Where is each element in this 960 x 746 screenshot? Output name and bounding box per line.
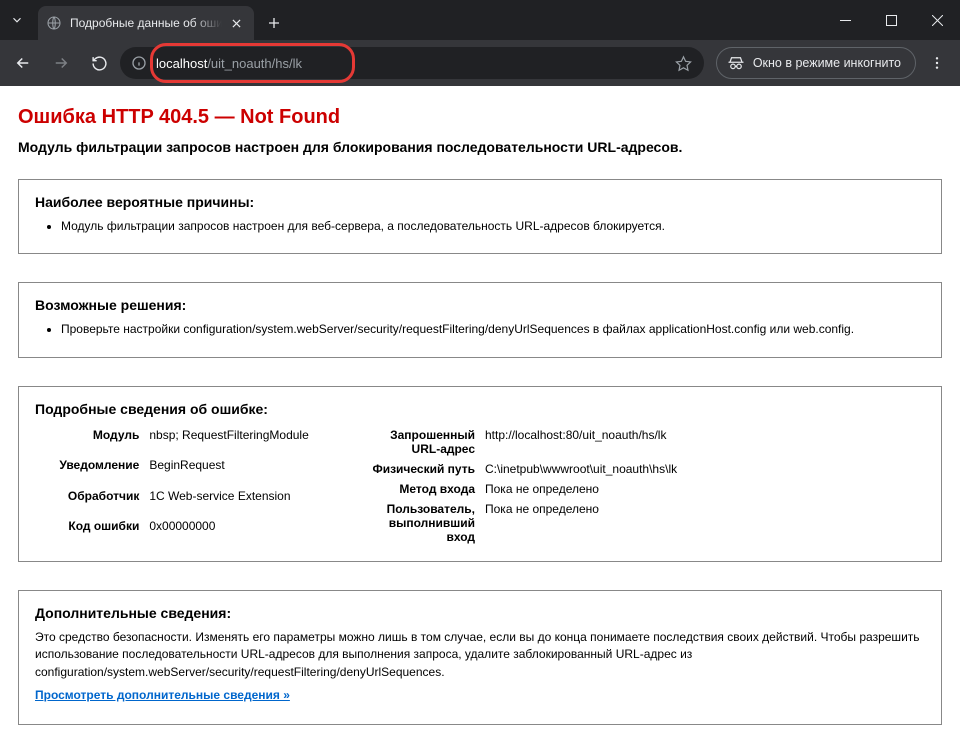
url-host: localhost xyxy=(156,56,207,71)
tab-close-icon[interactable] xyxy=(228,15,244,31)
globe-icon xyxy=(46,15,62,31)
titlebar: Подробные данные об ошибк xyxy=(0,0,960,40)
section-details: Подробные сведения об ошибке: Модульnbsp… xyxy=(18,386,942,562)
more-info-text: Это средство безопасности. Изменять его … xyxy=(35,629,925,681)
detail-label: Обработчик xyxy=(35,486,145,517)
detail-value: http://localhost:80/uit_noauth/hs/lk xyxy=(481,425,925,459)
detail-label: Запрошенный URL-адрес xyxy=(363,425,481,459)
detail-label: Модуль xyxy=(35,425,145,456)
detail-value: Пока не определено xyxy=(481,479,925,499)
reload-button[interactable] xyxy=(82,46,116,80)
tab-search-chevron[interactable] xyxy=(0,0,34,40)
error-title: Ошибка HTTP 404.5 — Not Found xyxy=(18,106,942,129)
incognito-label: Окно в режиме инкогнито xyxy=(753,56,901,70)
detail-value: 1C Web-service Extension xyxy=(145,486,355,517)
page-content: Ошибка HTTP 404.5 — Not Found Модуль фил… xyxy=(0,86,960,746)
list-item: Модуль фильтрации запросов настроен для … xyxy=(61,218,925,235)
error-subtitle: Модуль фильтрации запросов настроен для … xyxy=(18,139,942,155)
bookmark-star-icon[interactable] xyxy=(675,55,692,72)
section-more-info: Дополнительные сведения: Это средство бе… xyxy=(18,590,942,726)
section-heading: Наиболее вероятные причины: xyxy=(35,194,925,210)
detail-value: BeginRequest xyxy=(145,455,355,486)
detail-label: Метод входа xyxy=(363,479,481,499)
toolbar: localhost/uit_noauth/hs/lk Окно в режиме… xyxy=(0,40,960,86)
address-bar[interactable]: localhost/uit_noauth/hs/lk xyxy=(120,47,704,79)
section-causes: Наиболее вероятные причины: Модуль фильт… xyxy=(18,179,942,254)
url-path: /uit_noauth/hs/lk xyxy=(207,56,302,71)
detail-value: 0x00000000 xyxy=(145,516,355,547)
new-tab-button[interactable] xyxy=(260,6,288,40)
incognito-icon xyxy=(727,54,745,72)
forward-button xyxy=(44,46,78,80)
more-info-link[interactable]: Просмотреть дополнительные сведения » xyxy=(35,688,290,702)
detail-value: Пока не определено xyxy=(481,499,925,547)
list-item: Проверьте настройки configuration/system… xyxy=(61,321,925,338)
tab-title: Подробные данные об ошибк xyxy=(70,16,222,30)
incognito-chip[interactable]: Окно в режиме инкогнито xyxy=(716,47,916,79)
details-right-table: Запрошенный URL-адресhttp://localhost:80… xyxy=(363,425,925,547)
detail-label: Физический путь xyxy=(363,459,481,479)
detail-label: Уведомление xyxy=(35,455,145,486)
section-heading: Возможные решения: xyxy=(35,297,925,313)
detail-value: C:\inetpub\wwwroot\uit_noauth\hs\lk xyxy=(481,459,925,479)
section-heading: Дополнительные сведения: xyxy=(35,605,925,621)
window-maximize-button[interactable] xyxy=(868,0,914,40)
detail-label: Код ошибки xyxy=(35,516,145,547)
section-heading: Подробные сведения об ошибке: xyxy=(35,401,925,417)
detail-label: Пользователь, выполнивший вход xyxy=(363,499,481,547)
details-left-table: Модульnbsp; RequestFilteringModule Уведо… xyxy=(35,425,355,547)
browser-tab[interactable]: Подробные данные об ошибк xyxy=(38,6,254,40)
back-button[interactable] xyxy=(6,46,40,80)
window-close-button[interactable] xyxy=(914,0,960,40)
browser-menu-button[interactable] xyxy=(920,46,954,80)
detail-value: nbsp; RequestFilteringModule xyxy=(145,425,355,456)
site-info-icon[interactable] xyxy=(130,54,148,72)
section-things-to-try: Возможные решения: Проверьте настройки c… xyxy=(18,282,942,357)
window-minimize-button[interactable] xyxy=(822,0,868,40)
